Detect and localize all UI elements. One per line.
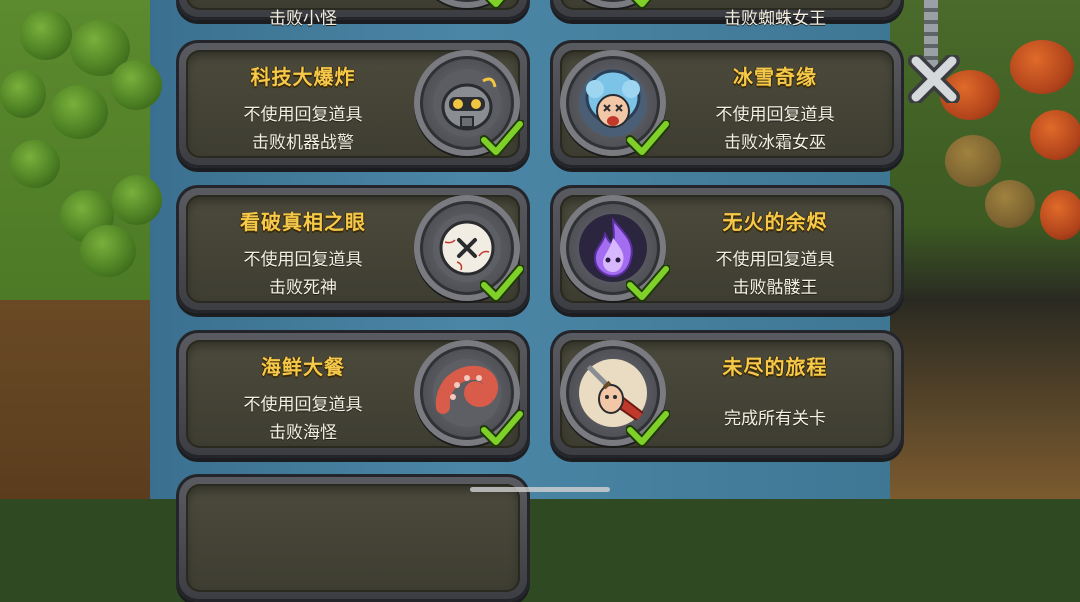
- tree: [50, 85, 108, 139]
- autumn-tree: [1040, 190, 1080, 240]
- checkmark-icon: [484, 0, 507, 9]
- achievement-desc: 不使用回复道具: [715, 105, 835, 125]
- achievement-card[interactable]: 未尽的旅程 完成所有关卡: [550, 330, 904, 458]
- tree: [985, 180, 1035, 228]
- achievement-card[interactable]: 科技大爆炸 不使用回复道具 击败机器战警: [176, 40, 530, 168]
- achievement-title: 冰雪奇缘: [733, 65, 817, 89]
- achievement-medal: [414, 340, 524, 447]
- achievement-card[interactable]: 无火的余烬 不使用回复道具 击败骷髅王: [550, 185, 904, 313]
- achievement-medal: [414, 0, 520, 9]
- achievement-card-partial: 击败小怪: [176, 0, 530, 29]
- achievement-desc: 不使用回复道具: [243, 105, 363, 125]
- checkmark-icon: [630, 0, 653, 9]
- checkmark-icon: [480, 410, 524, 447]
- achievement-card[interactable]: 看破真相之眼 不使用回复道具 击败死神: [176, 185, 530, 313]
- achievement-desc: 不使用回复道具: [243, 395, 363, 415]
- achievement-card-partial: [176, 474, 530, 602]
- achievement-medal: [414, 50, 524, 157]
- achievement-desc: 不使用回复道具: [715, 250, 835, 270]
- close-icon[interactable]: [906, 55, 962, 103]
- checkmark-icon: [626, 410, 670, 447]
- achievement-desc: 完成所有关卡: [724, 409, 826, 429]
- achievement-desc: 击败冰霜女巫: [724, 133, 826, 153]
- tree: [10, 140, 60, 188]
- tree: [20, 10, 72, 60]
- scroll-indicator[interactable]: [470, 487, 610, 492]
- achievement-desc: 不使用回复道具: [243, 250, 363, 270]
- tree: [945, 135, 1001, 187]
- achievement-desc: 击败骷髅王: [732, 278, 818, 298]
- achievement-medal: [560, 195, 670, 302]
- checkmark-icon: [480, 120, 524, 157]
- achievement-medal: [414, 195, 524, 302]
- achievement-title: 未尽的旅程: [722, 355, 828, 379]
- tree: [0, 70, 46, 118]
- achievement-title: 海鲜大餐: [261, 355, 345, 379]
- achievement-card-partial: 击败蜘蛛女王: [550, 0, 904, 29]
- achievement-desc: 击败海怪: [269, 423, 337, 443]
- achievement-card[interactable]: 海鲜大餐 不使用回复道具 击败海怪: [176, 330, 530, 458]
- achievement-medal: [560, 0, 666, 9]
- achievement-card[interactable]: 冰雪奇缘 不使用回复道具 击败冰霜女巫: [550, 40, 904, 168]
- achievement-title: 看破真相之眼: [240, 210, 366, 234]
- achievement-desc: 击败机器战警: [252, 133, 354, 153]
- achievement-title: 科技大爆炸: [250, 65, 356, 89]
- checkmark-icon: [626, 265, 670, 302]
- achievement-desc: 击败死神: [269, 278, 337, 298]
- tree: [112, 175, 162, 225]
- achievement-desc: 击败蜘蛛女王: [724, 9, 826, 29]
- autumn-tree: [1030, 110, 1080, 160]
- tree: [110, 60, 162, 110]
- achievement-medal: [560, 340, 670, 447]
- checkmark-icon: [480, 265, 524, 302]
- autumn-tree: [1010, 40, 1074, 94]
- tree: [80, 225, 136, 277]
- achievement-desc: 击败小怪: [269, 9, 337, 29]
- achievement-medal: [560, 50, 670, 157]
- achievement-title: 无火的余烬: [722, 210, 828, 234]
- checkmark-icon: [626, 120, 670, 157]
